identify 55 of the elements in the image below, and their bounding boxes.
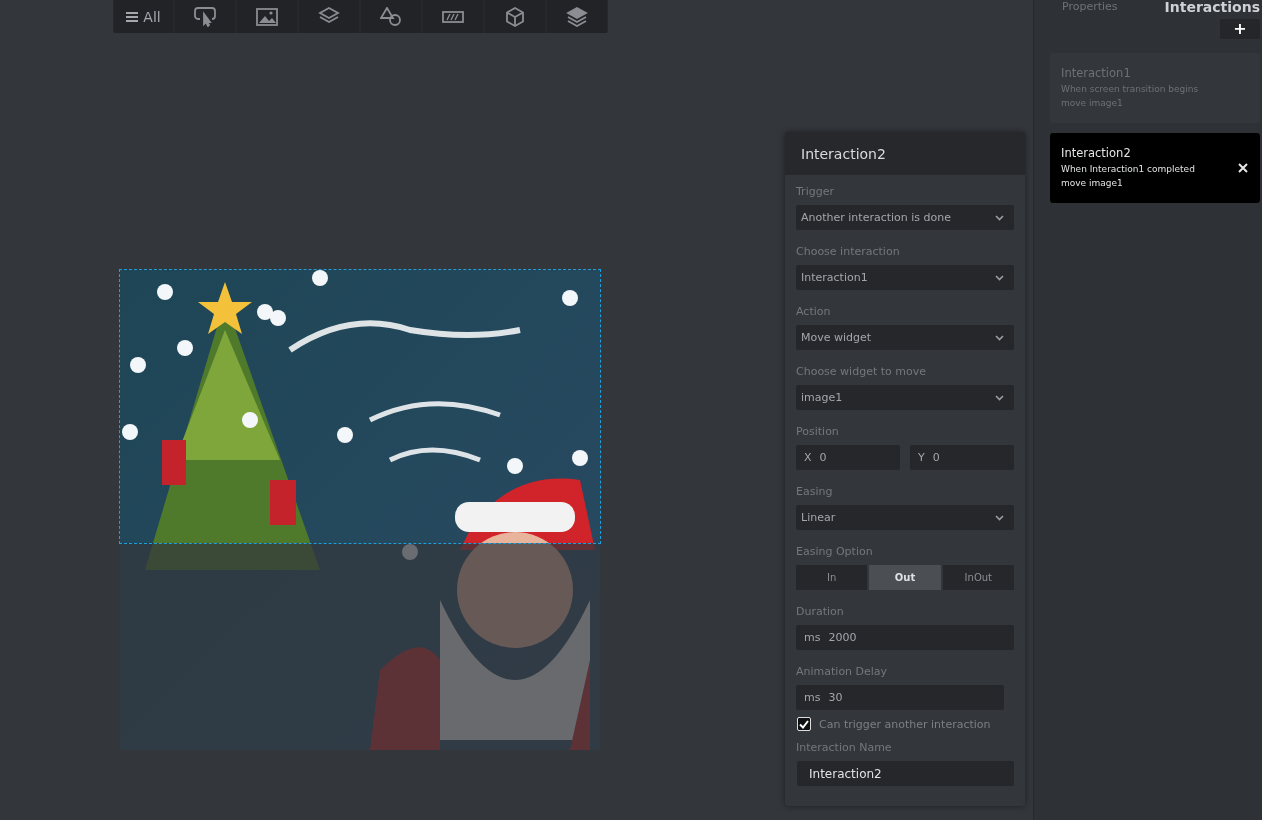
- dropdown[interactable]: Move widget: [796, 325, 1014, 350]
- layers-tool-button[interactable]: [299, 0, 359, 33]
- chevron-down-icon: [995, 514, 1004, 521]
- interaction-description: move image1: [1061, 177, 1124, 190]
- stack-tool-button[interactable]: [547, 0, 607, 33]
- chevron-down-icon: [995, 394, 1004, 401]
- interaction-description: When Interaction1 completed: [1061, 163, 1195, 176]
- menu-icon: [126, 11, 139, 22]
- cube-tool-button[interactable]: [485, 0, 545, 33]
- field-label: Position: [796, 425, 840, 440]
- field-label: Animation Delay: [796, 665, 889, 680]
- field-label: Easing: [796, 485, 834, 500]
- name-input-field[interactable]: Interaction2: [797, 761, 1014, 786]
- field-label: Choose interaction: [796, 245, 901, 260]
- checkbox-label: Can trigger another interaction: [819, 717, 991, 731]
- pointer-icon: [194, 6, 216, 27]
- easing-option-tab[interactable]: InOut: [942, 565, 1014, 590]
- chevron-down-icon: [995, 334, 1004, 341]
- cube-icon: [505, 6, 525, 27]
- stack-icon: [566, 6, 588, 27]
- interaction-description: move image1: [1061, 97, 1124, 110]
- panel-title: Interaction2: [801, 145, 886, 162]
- dropdown[interactable]: Linear: [796, 505, 1014, 530]
- x-input-field[interactable]: X 0: [796, 445, 900, 470]
- dropdown[interactable]: Interaction1: [796, 265, 1014, 290]
- y-input-field[interactable]: Y 0: [910, 445, 1014, 470]
- shapes-tool-button[interactable]: [361, 0, 421, 33]
- field-label: Trigger: [796, 185, 835, 200]
- field-label: Duration: [796, 605, 845, 620]
- close-icon[interactable]: [1238, 163, 1248, 173]
- input-field[interactable]: ms 30: [796, 685, 1004, 710]
- shapes-icon: [380, 6, 402, 27]
- image-tool-button[interactable]: [237, 0, 297, 33]
- all-filter-button[interactable]: All: [114, 0, 173, 33]
- add-button[interactable]: +: [1220, 19, 1260, 39]
- progress-bar-icon: [442, 10, 464, 23]
- field-label: Action: [796, 305, 832, 320]
- pointer-tool-button[interactable]: [175, 0, 235, 33]
- interaction-name: Interaction2: [1061, 146, 1132, 160]
- input-field[interactable]: ms 2000: [796, 625, 1014, 650]
- interaction-name: Interaction1: [1061, 66, 1132, 80]
- field-label: Interaction Name: [796, 741, 893, 756]
- field-label: Easing Option: [796, 545, 874, 560]
- chevron-down-icon: [995, 214, 1004, 221]
- checkbox[interactable]: [797, 717, 811, 731]
- easing-option-tab[interactable]: Out: [869, 565, 941, 590]
- dropdown[interactable]: Another interaction is done: [796, 205, 1014, 230]
- image-icon: [256, 7, 278, 26]
- field-label: Choose widget to move: [796, 365, 927, 380]
- progress-tool-button[interactable]: [423, 0, 483, 33]
- dropdown[interactable]: image1: [796, 385, 1014, 410]
- panel-tab[interactable]: Interactions: [1164, 0, 1260, 14]
- chevron-down-icon: [995, 274, 1004, 281]
- easing-option-tab[interactable]: In: [796, 565, 868, 590]
- interaction-card[interactable]: Interaction2 When Interaction1 completed move image1: [1050, 133, 1260, 203]
